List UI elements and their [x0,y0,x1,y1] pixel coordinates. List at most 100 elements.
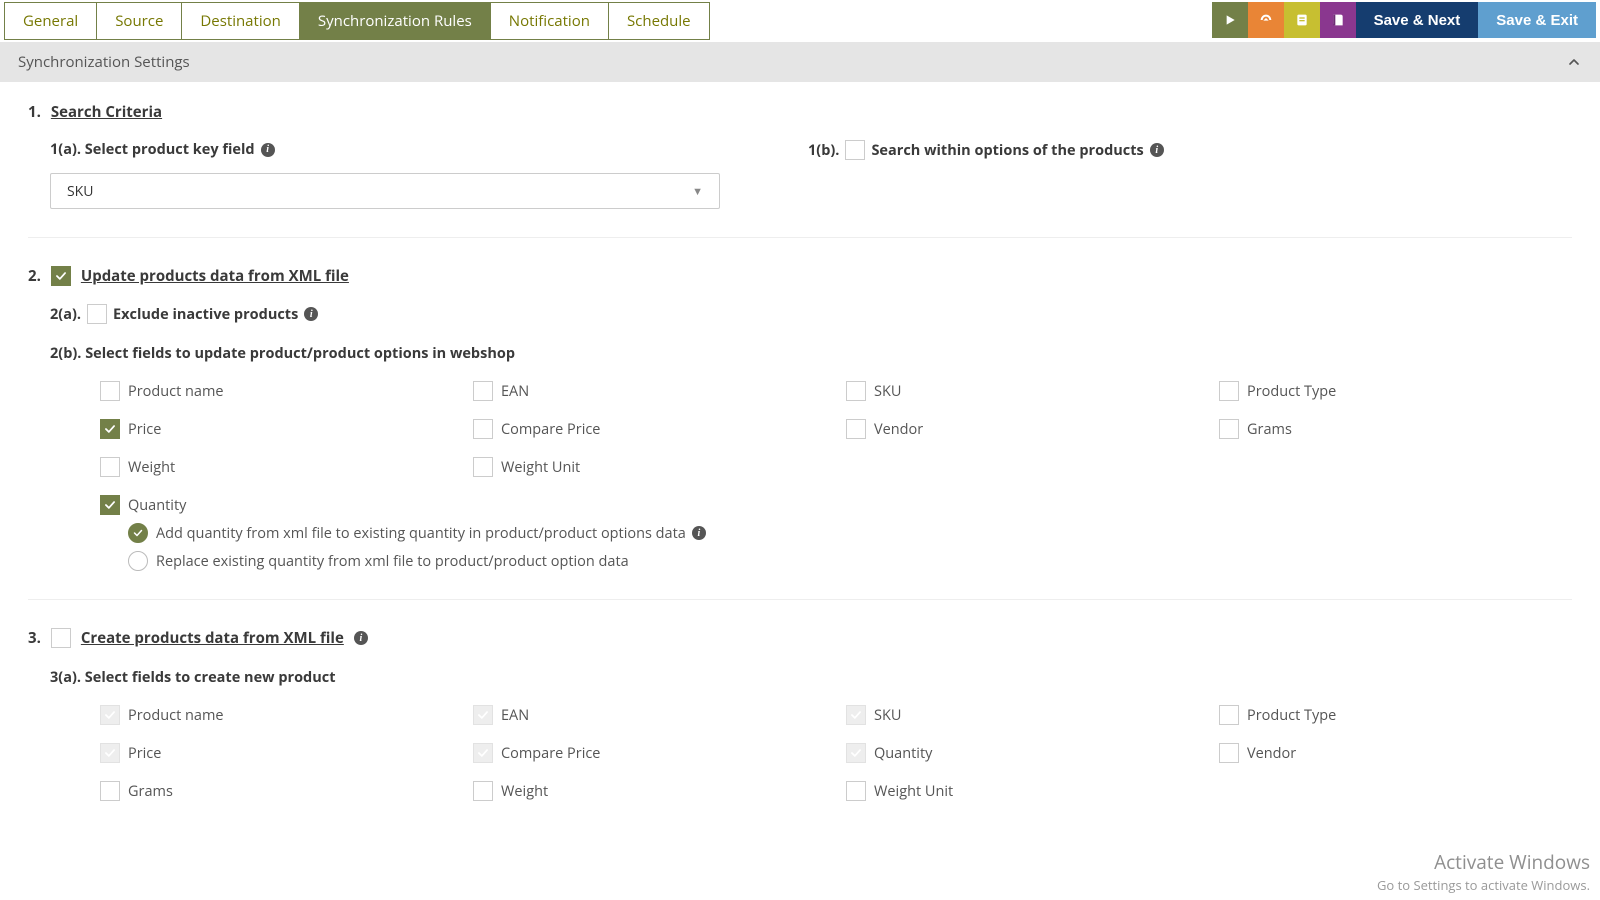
tab-label: Schedule [627,11,691,31]
top-bar: General Source Destination Synchronizati… [0,0,1600,40]
windows-watermark: Activate Windows Go to Settings to activ… [1377,849,1590,894]
check-icon [476,708,490,722]
checkbox[interactable] [473,419,493,439]
checkbox[interactable] [473,381,493,401]
checkbox-search-within-options[interactable] [845,140,865,160]
label-text: 1(a). Select product key field [50,140,255,159]
field-label: EAN [501,706,529,725]
checkbox[interactable] [846,781,866,801]
play-button[interactable] [1212,2,1248,38]
section-2-title: 2. Update products data from XML file [28,266,1572,286]
info-icon[interactable]: i [1150,143,1164,157]
field-label: Compare Price [501,744,600,763]
checkbox[interactable] [1219,705,1239,725]
field-label: Product name [128,382,224,401]
select-key-field[interactable]: SKU ▼ [50,173,720,209]
check-icon [103,746,117,760]
field-quantity: Quantity [846,743,1199,763]
field-ean: EAN [473,705,826,725]
check-icon [103,422,117,436]
tab-label: Destination [200,11,280,31]
play-icon [1222,12,1238,28]
field-label: Quantity [128,496,186,515]
chevron-up-icon [1566,54,1582,70]
check-icon [132,527,144,539]
info-icon[interactable]: i [261,143,275,157]
save-exit-button[interactable]: Save & Exit [1478,2,1596,38]
field-weight-unit: Weight Unit [846,781,1199,801]
checkbox[interactable] [100,781,120,801]
checkbox-section-2[interactable] [51,266,71,286]
checkbox[interactable] [473,781,493,801]
checkbox [846,743,866,763]
select-value: SKU [67,182,93,201]
section-link: Search Criteria [51,102,162,122]
checkbox-section-3[interactable] [51,628,71,648]
tab-label: Source [115,11,163,31]
field-label: Compare Price [501,420,600,439]
check-icon [103,498,117,512]
section-num: 3. [28,628,41,648]
checkbox[interactable] [846,419,866,439]
label-3a: 3(a). Select fields to create new produc… [50,668,1572,687]
section-1-title: 1. Search Criteria [28,102,1572,122]
watermark-sub: Go to Settings to activate Windows. [1377,876,1590,894]
save-next-button[interactable]: Save & Next [1356,2,1479,38]
content: 1. Search Criteria 1(a). Select product … [0,82,1600,801]
dashboard-button[interactable] [1248,2,1284,38]
checkbox[interactable] [100,495,120,515]
field-label: Price [128,744,161,763]
section-num: 2. [28,266,41,286]
divider [28,237,1572,238]
tab-sync-rules[interactable]: Synchronization Rules [299,2,491,40]
accordion-header[interactable]: Synchronization Settings [0,42,1600,82]
info-icon[interactable]: i [304,307,318,321]
section-link: Update products data from XML file [81,266,349,286]
accordion-title: Synchronization Settings [18,52,190,72]
radio[interactable] [128,523,148,543]
checkbox[interactable] [100,381,120,401]
divider [28,599,1572,600]
checkbox[interactable] [1219,743,1239,763]
section-1-row: 1(a). Select product key field i SKU ▼ 1… [28,140,1572,209]
watermark-title: Activate Windows [1377,849,1590,876]
log-button[interactable] [1320,2,1356,38]
note-button[interactable] [1284,2,1320,38]
field-compare-price: Compare Price [473,743,826,763]
field-sku: SKU [846,705,1199,725]
checkbox[interactable] [100,457,120,477]
label-text: Exclude inactive products [113,305,298,324]
info-icon[interactable]: i [354,631,368,645]
radio-label: Replace existing quantity from xml file … [156,552,629,571]
checkbox [846,705,866,725]
label-2a: 2(a). Exclude inactive products i [50,304,1572,324]
field-label: Product Type [1247,382,1336,401]
radio[interactable] [128,551,148,571]
field-product-name: Product name [100,705,453,725]
label-1b: 1(b). Search within options of the produ… [808,140,1164,160]
radio-replace-quantity[interactable]: Replace existing quantity from xml file … [128,551,1572,571]
tab-notification[interactable]: Notification [490,2,609,40]
tab-source[interactable]: Source [96,2,182,40]
label-2b: 2(b). Select fields to update product/pr… [50,344,1572,363]
chevron-down-icon: ▼ [692,184,703,199]
field-product-name: Product name [100,381,453,401]
checkbox[interactable] [1219,381,1239,401]
checkbox[interactable] [100,419,120,439]
info-icon[interactable]: i [692,526,706,540]
field-label: Grams [1247,420,1292,439]
radio-add-quantity[interactable]: Add quantity from xml file to existing q… [128,523,1572,543]
checkbox-exclude-inactive[interactable] [87,304,107,324]
field-label: Grams [128,782,173,801]
book-icon [1330,12,1346,28]
check-icon [54,269,68,283]
tab-general[interactable]: General [4,2,97,40]
checkbox[interactable] [1219,419,1239,439]
gauge-icon [1258,12,1274,28]
tab-destination[interactable]: Destination [181,2,299,40]
checkbox[interactable] [473,457,493,477]
field-label: Vendor [1247,744,1296,763]
note-icon [1294,12,1310,28]
checkbox[interactable] [846,381,866,401]
tab-schedule[interactable]: Schedule [608,2,710,40]
